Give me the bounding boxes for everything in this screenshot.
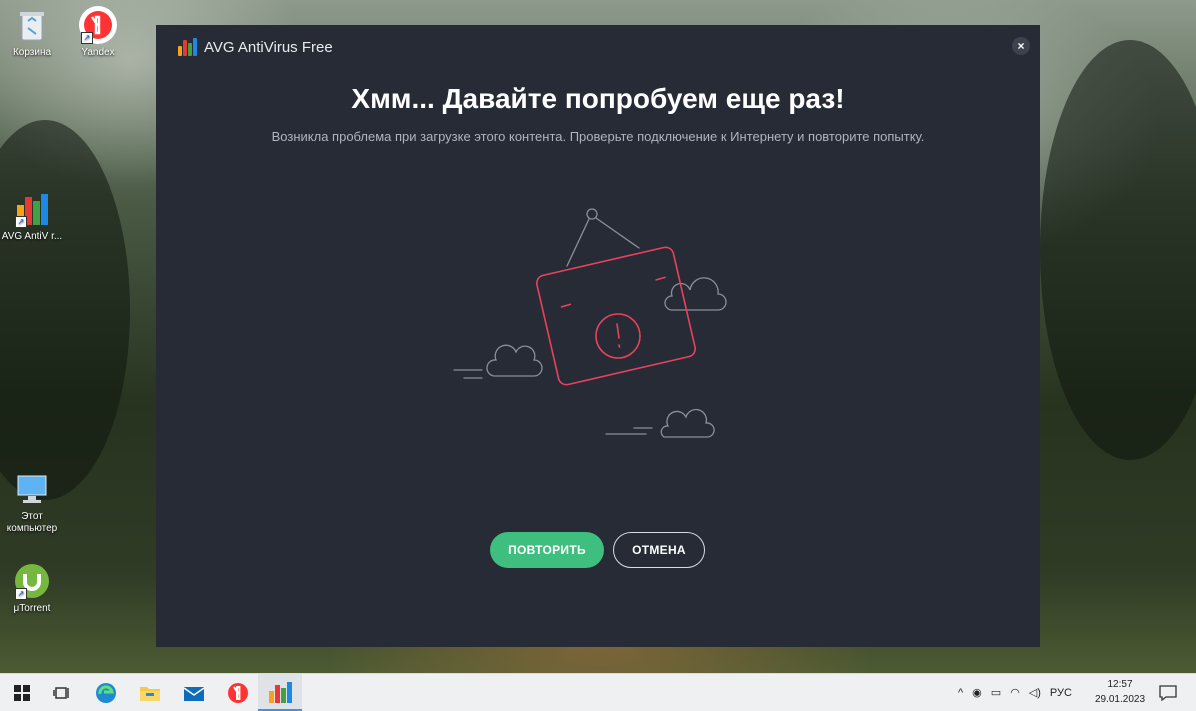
desktop-icon-avg[interactable]: ↗ AVG AntiV r...: [0, 190, 64, 243]
yandex-browser-icon: ↗: [79, 6, 117, 44]
error-headline: Хмм... Давайте попробуем еще раз!: [351, 83, 845, 114]
yandex-icon: [228, 682, 248, 703]
folder-icon: [140, 686, 160, 701]
taskbar-clock[interactable]: 12:57 29.01.2023: [1094, 677, 1146, 707]
clock-date: 29.01.2023: [1094, 694, 1146, 705]
system-tray: ^ ◉ ▭ ◠ ◁) РУС: [958, 674, 1072, 711]
window-title: AVG AntiVirus Free: [204, 38, 333, 56]
illustration-speed-lines: [453, 369, 483, 379]
desktop-icon-utorrent[interactable]: ↗ μTorrent: [0, 562, 64, 615]
illustration-cloud: [486, 344, 543, 377]
shortcut-arrow-icon: ↗: [15, 588, 27, 600]
recycle-bin-icon: [13, 6, 51, 44]
taskbar-mail[interactable]: [172, 674, 216, 711]
utorrent-icon: ↗: [13, 562, 51, 600]
webcam-icon[interactable]: ◉: [972, 686, 982, 699]
avg-antivirus-icon: [269, 681, 292, 703]
clock-time: 12:57: [1107, 679, 1133, 690]
retry-button[interactable]: ПОВТОРИТЬ: [490, 532, 604, 568]
avg-antivirus-icon: ↗: [13, 190, 51, 228]
task-view-button[interactable]: [40, 674, 84, 711]
desktop-icon-label: μTorrent: [13, 603, 51, 614]
show-hidden-icons-button[interactable]: ^: [958, 687, 963, 699]
window-title-bar: AVG AntiVirus Free: [178, 38, 333, 56]
error-message: Возникла проблема при загрузке этого кон…: [271, 129, 925, 144]
close-button[interactable]: ×: [1012, 37, 1030, 55]
notifications-button[interactable]: [1148, 674, 1188, 711]
this-pc-icon: [13, 470, 51, 508]
language-indicator[interactable]: РУС: [1050, 687, 1072, 699]
wifi-icon[interactable]: ◠: [1010, 686, 1020, 699]
desktop-icon-label: AVG AntiV r...: [1, 231, 63, 242]
desktop-icon-recycle-bin[interactable]: Корзина: [0, 6, 64, 59]
task-view-icon: [53, 686, 69, 699]
battery-icon[interactable]: ▭: [991, 686, 1001, 699]
illustration-cloud: [660, 408, 715, 438]
illustration-nail: [586, 208, 598, 220]
desktop-icon-label: Yandex: [81, 47, 115, 58]
illustration-exclamation: [616, 323, 621, 348]
desktop-icon-label: Корзина: [12, 47, 52, 58]
broken-sign-illustration: [453, 208, 727, 438]
taskbar-yandex[interactable]: [216, 674, 260, 711]
illustration-speed-lines: [605, 427, 653, 435]
illustration-sign-marks: [560, 276, 666, 308]
desktop-icon-yandex[interactable]: ↗ Yandex: [66, 6, 130, 59]
cancel-button[interactable]: ОТМЕНА: [613, 532, 705, 568]
illustration-cloud: [664, 277, 727, 311]
mail-icon: [183, 686, 205, 701]
avg-error-dialog: AVG AntiVirus Free × Хмм... Давайте попр…: [156, 25, 1040, 647]
desktop-icon-this-pc[interactable]: Этот компьютер: [0, 470, 64, 535]
taskbar-edge[interactable]: [84, 674, 128, 711]
shortcut-arrow-icon: ↗: [15, 216, 27, 228]
windows-logo-icon: [14, 684, 30, 701]
illustration-string: [566, 217, 640, 267]
avg-logo-icon: [178, 38, 198, 56]
taskbar: ^ ◉ ▭ ◠ ◁) РУС 12:57 29.01.2023: [0, 673, 1196, 711]
illustration-sign-board: [535, 246, 697, 386]
edge-browser-icon: [96, 682, 116, 703]
desktop-icon-label: Этот компьютер: [6, 511, 58, 534]
taskbar-file-explorer[interactable]: [128, 674, 172, 711]
volume-icon[interactable]: ◁): [1029, 686, 1041, 699]
shortcut-arrow-icon: ↗: [81, 32, 93, 44]
notification-icon: [1159, 684, 1177, 701]
taskbar-avg[interactable]: [258, 674, 302, 711]
start-button[interactable]: [0, 674, 44, 711]
